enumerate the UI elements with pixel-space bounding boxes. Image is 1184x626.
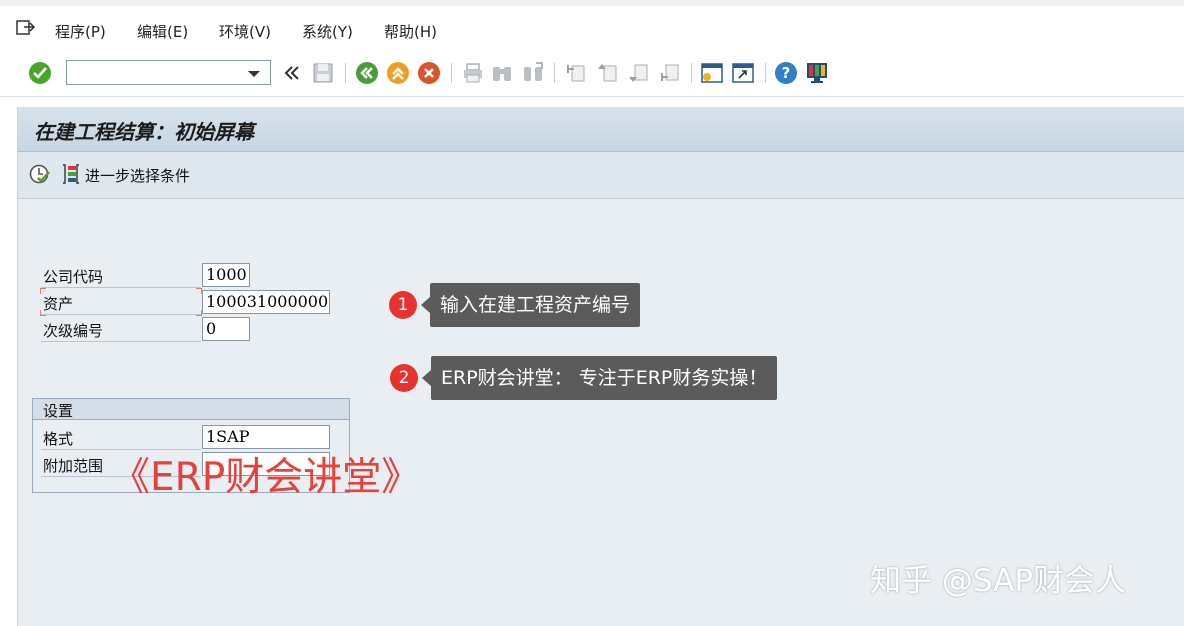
watermark-zhihu: 知乎 @SAP财会人 bbox=[870, 563, 1127, 599]
toolbar-separator bbox=[691, 63, 692, 83]
company-code-input[interactable]: 1000 bbox=[202, 263, 250, 287]
collapse-icon[interactable] bbox=[280, 61, 304, 85]
command-field[interactable] bbox=[66, 60, 271, 85]
shortcut-icon[interactable] bbox=[731, 61, 755, 85]
watermark-erp: 《ERP财会讲堂》 bbox=[111, 455, 421, 500]
menu-bar: 程序(P) 编辑(E) 环境(V) 系统(Y) 帮助(H) bbox=[0, 0, 1184, 53]
window-top-strip bbox=[0, 0, 1184, 6]
label-underline bbox=[41, 341, 201, 342]
annotation-callout-1: 输入在建工程资产编号 bbox=[420, 283, 641, 327]
find-icon[interactable] bbox=[490, 61, 514, 85]
annotation-badge-1: 1 bbox=[389, 291, 417, 319]
label-underline bbox=[41, 314, 201, 315]
label-underline bbox=[41, 287, 201, 288]
previous-page-icon[interactable] bbox=[596, 61, 620, 85]
page-title: 在建工程结算：初始屏幕 bbox=[34, 120, 254, 144]
required-marker-icon bbox=[40, 310, 46, 316]
asset-label: 资产 bbox=[43, 295, 74, 313]
save-icon[interactable] bbox=[311, 61, 335, 85]
asset-input[interactable]: 100031000000 bbox=[202, 290, 330, 314]
left-gutter bbox=[0, 97, 17, 626]
back-icon[interactable] bbox=[355, 61, 379, 85]
customize-layout-icon[interactable] bbox=[805, 61, 829, 85]
menu-program[interactable]: 程序(P) bbox=[55, 21, 106, 42]
sub-number-input[interactable]: 0 bbox=[202, 317, 250, 341]
required-marker-icon bbox=[40, 288, 46, 294]
menu-system[interactable]: 系统(Y) bbox=[302, 21, 353, 42]
settings-title: 设置 bbox=[43, 402, 74, 420]
menu-environment[interactable]: 环境(V) bbox=[219, 21, 271, 42]
enter-icon[interactable] bbox=[28, 61, 52, 85]
exit-icon[interactable] bbox=[386, 61, 410, 85]
toolbar-separator bbox=[554, 63, 555, 83]
help-icon[interactable]: ? bbox=[774, 61, 798, 85]
title-bar: 在建工程结算：初始屏幕 bbox=[18, 107, 1184, 152]
first-page-icon[interactable] bbox=[564, 61, 588, 85]
cancel-icon[interactable] bbox=[417, 61, 441, 85]
toolbar-separator bbox=[765, 63, 766, 83]
toolbar-separator bbox=[345, 63, 346, 83]
annotation-badge-2: 2 bbox=[390, 364, 418, 392]
sub-number-label: 次级编号 bbox=[43, 322, 104, 340]
further-selection-button[interactable]: 进一步选择条件 bbox=[85, 165, 190, 186]
svg-text:?: ? bbox=[782, 64, 791, 82]
annotation-callout-2: ERP财会讲堂： 专注于ERP财务实操！ bbox=[421, 356, 778, 400]
layout-label: 格式 bbox=[43, 430, 74, 448]
menu-help[interactable]: 帮助(H) bbox=[384, 21, 437, 42]
toolbar-separator bbox=[451, 63, 452, 83]
additional-scope-label: 附加范围 bbox=[43, 457, 104, 475]
menu-exit-icon[interactable] bbox=[16, 19, 36, 37]
company-code-label: 公司代码 bbox=[43, 268, 104, 286]
standard-toolbar: ? bbox=[0, 52, 1184, 97]
execute-icon[interactable] bbox=[29, 163, 51, 185]
last-page-icon[interactable] bbox=[658, 61, 682, 85]
next-page-icon[interactable] bbox=[627, 61, 651, 85]
further-selection-icon[interactable] bbox=[61, 163, 81, 185]
settings-header: 设置 bbox=[33, 399, 349, 420]
new-session-icon[interactable] bbox=[700, 61, 724, 85]
print-icon[interactable] bbox=[461, 61, 485, 85]
menu-edit[interactable]: 编辑(E) bbox=[137, 21, 188, 42]
application-toolbar: 进一步选择条件 bbox=[18, 152, 1184, 199]
find-next-icon[interactable] bbox=[521, 61, 545, 85]
command-dropdown-icon[interactable] bbox=[248, 71, 260, 77]
